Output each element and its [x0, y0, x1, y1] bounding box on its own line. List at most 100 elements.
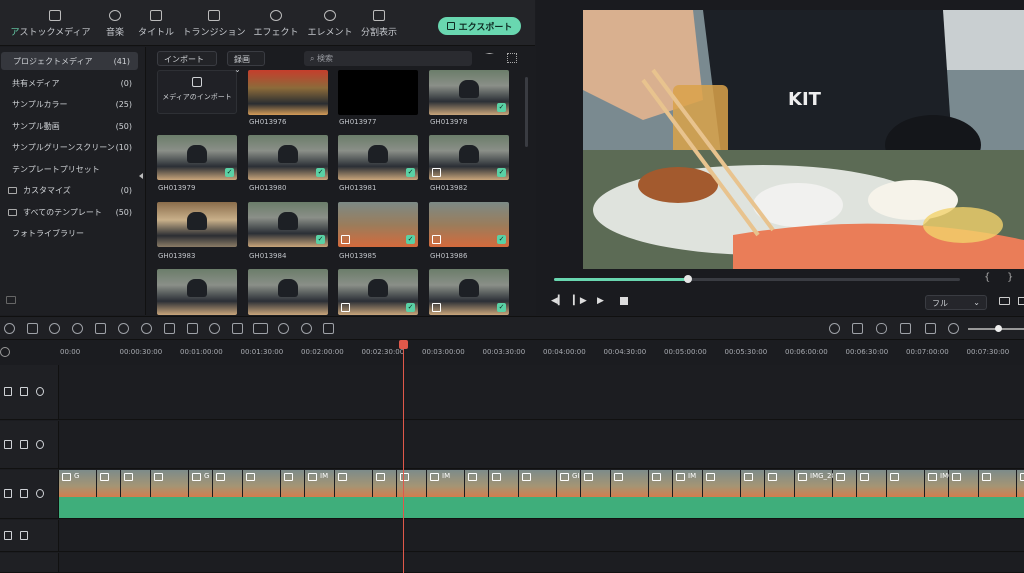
grid-view-icon[interactable]	[507, 53, 517, 63]
timeline-clip[interactable]: IM	[673, 470, 703, 497]
zoom-slider-handle[interactable]	[995, 325, 1002, 332]
timeline-clip[interactable]	[519, 470, 557, 497]
adjust-icon[interactable]	[232, 323, 243, 334]
timeline-clip[interactable]	[465, 470, 489, 497]
sidebar-item-sample-video[interactable]: サンプル動画 (50)	[0, 117, 140, 135]
tab-titles[interactable]: タイトル	[126, 10, 186, 38]
timeline-clip[interactable]: IMG_28	[795, 470, 836, 497]
timeline-clip[interactable]	[765, 470, 795, 497]
sidebar-item-project-media[interactable]: プロジェクトメディア (41)	[1, 52, 138, 70]
lock-icon[interactable]	[4, 387, 12, 396]
detach-icon[interactable]	[72, 323, 83, 334]
timeline-clip[interactable]	[243, 470, 281, 497]
tab-transitions[interactable]: トランジション	[183, 10, 246, 38]
media-tile[interactable]: ✓	[429, 70, 509, 115]
link-icon[interactable]	[0, 347, 10, 357]
mark-out-icon[interactable]: }	[1007, 272, 1013, 283]
lock-icon[interactable]	[4, 530, 12, 540]
timeline-clip[interactable]	[489, 470, 519, 497]
sidebar-item-photo-library[interactable]: フォトライブラリー	[0, 224, 140, 242]
timeline-clip[interactable]	[97, 470, 121, 497]
crop-icon[interactable]	[95, 323, 106, 334]
timeline-clip[interactable]	[979, 470, 1017, 497]
timeline-clip[interactable]	[949, 470, 979, 497]
undo-icon[interactable]	[4, 323, 15, 334]
eye-icon[interactable]	[36, 387, 44, 396]
step-back-icon[interactable]: ◀▎	[551, 296, 565, 306]
ai-portrait-icon[interactable]	[301, 323, 312, 334]
media-tile[interactable]: ✓	[338, 202, 418, 247]
timeline-clip[interactable]	[121, 470, 151, 497]
tab-stock-media[interactable]: ストックメディア	[20, 10, 91, 38]
media-tile[interactable]: ✓	[429, 202, 509, 247]
timeline-clip[interactable]	[281, 470, 305, 497]
sidebar-item-all-templates[interactable]: すべてのテンプレート (50)	[0, 203, 140, 221]
audio-wave-icon[interactable]	[323, 323, 334, 334]
timeline-clip[interactable]: G	[189, 470, 213, 497]
media-tile[interactable]: ✓	[157, 135, 237, 180]
playhead-handle[interactable]	[399, 340, 408, 349]
subtitle-icon[interactable]	[925, 323, 936, 334]
zoom-out-icon[interactable]	[948, 323, 959, 334]
media-tile[interactable]: ✓	[248, 202, 328, 247]
import-dropdown[interactable]: インポート ⌄	[157, 51, 217, 74]
media-tile[interactable]	[157, 202, 237, 247]
media-tile[interactable]	[338, 70, 418, 115]
timeline-clip[interactable]	[213, 470, 243, 497]
timeline-clip[interactable]: GI	[557, 470, 581, 497]
collapse-arrow-icon[interactable]	[139, 173, 143, 179]
timeline-clip[interactable]	[581, 470, 611, 497]
sidebar-item-green-screen[interactable]: サンプルグリーンスクリーン (10)	[0, 138, 140, 156]
sidebar-item-customize[interactable]: カスタマイズ (0)	[0, 181, 140, 199]
preview-video-frame[interactable]: KIT	[583, 10, 1024, 269]
timeline-clip[interactable]	[611, 470, 649, 497]
timeline-clip[interactable]	[887, 470, 925, 497]
search-input[interactable]: ⌕ 検索	[304, 51, 472, 66]
mark-in-icon[interactable]: {	[984, 272, 990, 283]
speaker-icon[interactable]	[20, 489, 28, 498]
lock-icon[interactable]	[4, 439, 12, 449]
new-folder-icon[interactable]	[6, 296, 16, 304]
sidebar-item-template-presets[interactable]: テンプレートプリセット	[0, 160, 140, 178]
speaker-icon[interactable]	[20, 387, 28, 396]
media-scrollbar[interactable]	[525, 77, 528, 147]
speed-icon[interactable]	[118, 323, 129, 334]
timeline-clip[interactable]	[335, 470, 373, 497]
voiceover-icon[interactable]	[900, 323, 911, 334]
timeline-clip[interactable]	[703, 470, 741, 497]
monitor-icon[interactable]	[999, 297, 1010, 305]
timeline-clip[interactable]	[1017, 470, 1024, 497]
tab-split-screen[interactable]: 分割表示	[349, 10, 409, 38]
delete-icon[interactable]	[27, 323, 38, 334]
keyframe-icon[interactable]	[164, 323, 175, 334]
speaker-icon[interactable]	[20, 530, 28, 540]
media-tile[interactable]	[157, 269, 237, 315]
preview-scrubber-handle[interactable]	[683, 275, 692, 283]
cut-icon[interactable]	[49, 323, 60, 334]
video-clip-strip[interactable]: G G IM IM GI IM IMG_28 IMG_	[59, 470, 1024, 518]
timeline-clip[interactable]: IM	[305, 470, 335, 497]
media-tile[interactable]	[248, 70, 328, 115]
mic-icon[interactable]	[876, 323, 887, 334]
media-tile[interactable]: ✓	[429, 269, 509, 315]
media-tile[interactable]: ✓	[429, 135, 509, 180]
render-icon[interactable]	[829, 323, 840, 334]
media-tile[interactable]	[248, 269, 328, 315]
media-tile[interactable]: ✓	[338, 135, 418, 180]
timeline-clip[interactable]	[833, 470, 857, 497]
lock-icon[interactable]	[4, 489, 12, 498]
step-forward-icon[interactable]: ▎▶	[573, 296, 587, 306]
playhead[interactable]	[403, 341, 404, 573]
sidebar-item-shared-media[interactable]: 共有メディア (0)	[0, 74, 140, 92]
timeline-ruler[interactable]: 00:00 00:00:30:00 00:01:00:00 00:01:30:00 00…	[0, 341, 1024, 365]
snapshot-icon[interactable]	[1018, 297, 1024, 305]
marker-icon[interactable]	[852, 323, 863, 334]
quality-dropdown[interactable]: フル ⌄	[925, 295, 987, 310]
eye-icon[interactable]	[36, 439, 44, 449]
tab-effects[interactable]: エフェクト	[246, 10, 306, 38]
mask-icon[interactable]	[209, 323, 220, 334]
timeline-clip[interactable]	[857, 470, 887, 497]
timeline-clip[interactable]: IMG_	[925, 470, 957, 497]
timeline-clip[interactable]	[649, 470, 673, 497]
filter-icon[interactable]	[485, 53, 494, 62]
